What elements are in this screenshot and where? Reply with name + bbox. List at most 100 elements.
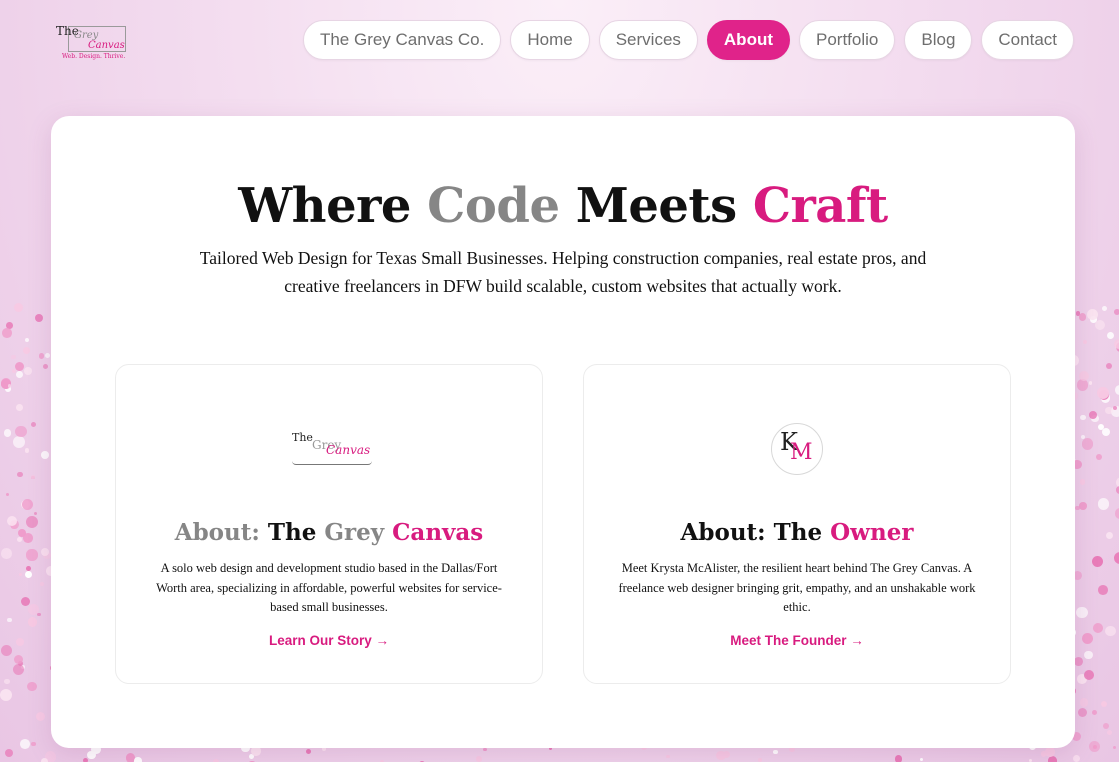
confetti-dot [1097, 556, 1101, 560]
confetti-dot [15, 370, 24, 379]
confetti-dot [666, 754, 671, 759]
nav-item-portfolio[interactable]: Portfolio [799, 20, 896, 60]
confetti-dot [1092, 710, 1098, 716]
confetti-dot [5, 749, 14, 758]
confetti-dot [1075, 505, 1080, 511]
hero-subtitle: Tailored Web Design for Texas Small Busi… [199, 248, 927, 296]
confetti-dot [1045, 747, 1055, 757]
confetti-dot [22, 533, 33, 544]
confetti-dot [7, 515, 18, 526]
confetti-dot [17, 471, 23, 478]
confetti-dot [7, 617, 12, 623]
confetti-dot [0, 378, 12, 389]
confetti-dot [37, 612, 42, 617]
confetti-dot [16, 404, 23, 412]
confetti-dot [0, 688, 13, 701]
about-company-card: The Grey Canvas About: The Grey Canvas A… [115, 364, 543, 684]
about-owner-description: Meet Krysta McAlister, the resilient hea… [618, 561, 976, 614]
confetti-dot [1087, 309, 1098, 320]
confetti-dot [17, 529, 26, 538]
confetti-dot [17, 536, 23, 542]
confetti-dot [1097, 498, 1110, 510]
confetti-dot [1091, 414, 1099, 422]
confetti-dot [30, 474, 36, 480]
confetti-dot [1095, 454, 1102, 461]
confetti-dot [1114, 338, 1119, 349]
confetti-dot [1105, 406, 1113, 415]
confetti-dot [1078, 313, 1087, 321]
about-company-title-canvas: Canvas [392, 519, 484, 546]
confetti-dot [27, 681, 37, 692]
confetti-dot [1079, 502, 1087, 510]
confetti-dot [1, 327, 12, 338]
confetti-dot [1090, 316, 1097, 323]
confetti-dot [1100, 700, 1108, 708]
confetti-dot [1082, 340, 1087, 345]
confetti-dot [1081, 438, 1094, 450]
confetti-dot [1097, 423, 1104, 431]
confetti-dot [126, 753, 136, 762]
confetti-dot [306, 749, 312, 755]
confetti-dot [1081, 633, 1093, 645]
confetti-dot [7, 384, 12, 388]
confetti-dot [1114, 385, 1119, 396]
confetti-dot [11, 368, 17, 374]
confetti-dot [42, 363, 48, 369]
confetti-dot [894, 755, 902, 762]
confetti-dot [17, 660, 23, 667]
confetti-dot [39, 582, 44, 587]
confetti-dot [11, 523, 17, 530]
confetti-dot [14, 654, 24, 664]
confetti-dot [5, 493, 9, 497]
confetti-dot [1115, 341, 1119, 350]
confetti-dot [1092, 555, 1104, 568]
confetti-dot [21, 498, 33, 510]
confetti-dot [757, 757, 762, 762]
confetti-dot [1080, 479, 1086, 485]
confetti-dot [1111, 406, 1119, 417]
confetti-dot [1107, 729, 1113, 735]
confetti-dot [25, 570, 33, 578]
nav-item-blog[interactable]: Blog [904, 20, 973, 60]
confetti-dot [1040, 751, 1047, 757]
about-company-title-the: The [267, 519, 325, 546]
learn-our-story-link[interactable]: Learn Our Story → [116, 633, 542, 648]
confetti-dot [1077, 674, 1088, 684]
hero-title-meets: Meets [559, 178, 753, 234]
nav-item-home[interactable]: Home [510, 20, 590, 60]
nav-item-company[interactable]: The Grey Canvas Co. [302, 20, 502, 60]
confetti-dot [30, 421, 36, 428]
site-logo[interactable]: The Grey Canvas Web. Design. Thrive. [54, 22, 130, 62]
confetti-dot [1095, 319, 1106, 331]
confetti-dot [1073, 657, 1083, 667]
confetti-dot [20, 665, 25, 670]
confetti-dot [14, 361, 25, 372]
confetti-dot [1076, 378, 1089, 391]
confetti-dot [919, 757, 924, 762]
confetti-dot [773, 749, 778, 755]
about-company-title-grey: Grey [324, 519, 393, 546]
about-company-description: A solo web design and development studio… [156, 561, 502, 614]
confetti-dot [1093, 744, 1097, 749]
confetti-dot [40, 548, 49, 557]
confetti-dot [1097, 387, 1110, 399]
confetti-dot [1113, 551, 1119, 564]
monogram-m: M [790, 440, 813, 465]
km-monogram-logo: K M [771, 423, 823, 475]
nav-item-about[interactable]: About [706, 20, 790, 60]
meet-the-founder-link[interactable]: Meet The Founder → [584, 633, 1010, 648]
nav-item-contact[interactable]: Contact [981, 20, 1074, 60]
confetti-dot [27, 616, 38, 627]
nav-item-services[interactable]: Services [598, 20, 698, 60]
grey-canvas-logo-image: The Grey Canvas [284, 425, 374, 475]
confetti-dot [44, 751, 57, 762]
logo-word-canvas: Canvas [88, 40, 125, 51]
confetti-dot [24, 448, 30, 453]
confetti-dot [12, 664, 25, 676]
confetti-dot [1088, 381, 1093, 385]
confetti-dot [1098, 389, 1109, 400]
logo-swoop [292, 461, 372, 465]
confetti-dot [1, 548, 12, 559]
confetti-dot [1114, 507, 1119, 519]
confetti-dot [1079, 370, 1090, 381]
